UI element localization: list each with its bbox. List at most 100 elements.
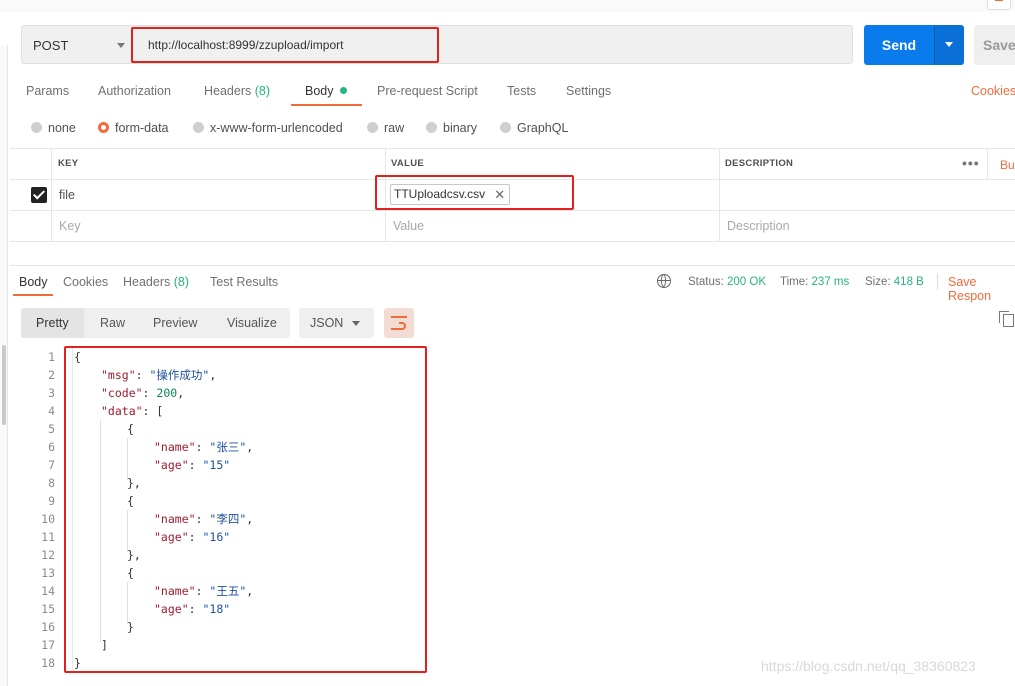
status-label: Status: — [688, 276, 724, 288]
format-visualize[interactable]: Visualize — [227, 316, 277, 330]
line-number: 13 — [41, 566, 55, 580]
save-button[interactable]: Save — [974, 25, 1015, 65]
wrap-line — [391, 316, 407, 318]
format-pretty[interactable]: Pretty — [36, 316, 69, 330]
tab-settings[interactable]: Settings — [566, 84, 611, 98]
bulk-edit-link[interactable]: Bu — [1000, 158, 1015, 172]
radio-dot-icon — [367, 122, 378, 133]
line-number: 15 — [41, 602, 55, 616]
line-number: 12 — [41, 548, 55, 562]
table-border — [10, 210, 1015, 211]
tab-headers-count: (8) — [254, 84, 271, 98]
globe-icon[interactable] — [657, 274, 671, 288]
radio-urlencoded[interactable]: x-www-form-urlencoded — [193, 121, 343, 135]
line-number: 18 — [41, 656, 55, 670]
line-number: 16 — [41, 620, 55, 634]
format-preview[interactable]: Preview — [153, 316, 197, 330]
radio-raw[interactable]: raw — [367, 121, 404, 135]
radio-graphql[interactable]: GraphQL — [500, 121, 568, 135]
time-label: Time: — [780, 276, 809, 288]
key-placeholder[interactable]: Key — [59, 219, 81, 233]
checkbox-checked-icon[interactable] — [31, 187, 47, 203]
tab-tests[interactable]: Tests — [507, 84, 536, 98]
sidebar-edge — [0, 45, 8, 686]
line-number: 3 — [48, 386, 55, 400]
radio-dot-icon — [426, 122, 437, 133]
status-readout: Status: 200 OK — [688, 276, 766, 288]
line-number: 7 — [48, 458, 55, 472]
copy-icon[interactable] — [999, 311, 1014, 327]
value-placeholder[interactable]: Value — [393, 219, 424, 233]
response-highlight-box — [64, 346, 427, 673]
column-header-value: VALUE — [391, 158, 424, 169]
response-tab-cookies[interactable]: Cookies — [63, 275, 108, 289]
tab-headers[interactable]: Headers (8) — [204, 84, 270, 98]
send-button[interactable]: Send — [864, 25, 934, 65]
tab-authorization[interactable]: Authorization — [98, 84, 171, 98]
line-number: 10 — [41, 512, 55, 526]
method-label: POST — [33, 38, 69, 53]
size-value: 418 B — [893, 276, 924, 288]
line-number: 4 — [48, 404, 55, 418]
size-readout: Size: 418 B — [865, 276, 924, 288]
method-select[interactable]: POST — [21, 25, 131, 64]
wrap-hook — [399, 322, 406, 330]
radio-none[interactable]: none — [31, 121, 76, 135]
response-tab-headers-count: (8) — [173, 275, 190, 289]
active-dot-icon — [339, 87, 347, 94]
response-tab-body[interactable]: Body — [19, 275, 48, 289]
line-number: 2 — [48, 368, 55, 382]
language-select[interactable]: JSON — [299, 308, 374, 338]
top-corner-icon[interactable] — [987, 0, 1011, 10]
column-header-description: DESCRIPTION — [725, 158, 794, 169]
radio-form-data[interactable]: form-data — [98, 121, 169, 135]
wrap-line — [391, 328, 399, 330]
save-response-button[interactable]: Save Respon — [948, 275, 1015, 303]
line-number: 6 — [48, 440, 55, 454]
top-strip — [0, 0, 1015, 12]
radio-urlencoded-label: x-www-form-urlencoded — [210, 121, 343, 135]
table-col-divider — [987, 148, 988, 179]
file-highlight-box — [375, 175, 574, 210]
url-highlight-box — [131, 27, 439, 63]
line-number: 1 — [48, 350, 55, 364]
caret-down-icon — [352, 321, 360, 326]
time-value: 237 ms — [811, 276, 850, 288]
table-col-divider — [719, 148, 720, 241]
line-number: 17 — [41, 638, 55, 652]
line-number: 8 — [48, 476, 55, 490]
response-tab-headers[interactable]: Headers (8) — [123, 275, 189, 289]
radio-graphql-label: GraphQL — [517, 121, 569, 135]
radio-binary[interactable]: binary — [426, 121, 477, 135]
description-placeholder[interactable]: Description — [727, 219, 790, 233]
radio-raw-label: raw — [384, 121, 405, 135]
status-value: 200 OK — [727, 276, 767, 288]
radio-dot-icon — [193, 122, 204, 133]
table-border-top — [10, 148, 1015, 149]
radio-dot-icon — [31, 122, 42, 133]
separator — [937, 273, 938, 290]
time-readout: Time: 237 ms — [780, 276, 849, 288]
cookies-link[interactable]: Cookies — [971, 84, 1015, 98]
format-raw[interactable]: Raw — [100, 316, 125, 330]
more-dots-icon[interactable]: ••• — [962, 155, 980, 171]
tab-headers-label: Headers — [204, 84, 252, 98]
language-label: JSON — [310, 316, 344, 330]
tab-params[interactable]: Params — [26, 84, 69, 98]
caret-down-icon — [945, 42, 953, 47]
table-border-bottom — [10, 241, 1015, 242]
tab-body[interactable]: Body — [305, 84, 347, 98]
line-number: 5 — [48, 422, 55, 436]
tab-prerequest-script[interactable]: Pre-request Script — [377, 84, 478, 98]
radio-dot-icon — [500, 122, 511, 133]
radio-none-label: none — [48, 121, 76, 135]
param-key-cell[interactable]: file — [59, 188, 75, 202]
send-options-button[interactable] — [934, 25, 964, 65]
response-tab-test-results[interactable]: Test Results — [210, 275, 278, 289]
radio-binary-label: binary — [443, 121, 478, 135]
scrollbar-thumb[interactable] — [2, 345, 6, 425]
line-number: 11 — [41, 530, 55, 544]
active-tab-underline — [291, 104, 362, 106]
column-header-key: KEY — [58, 158, 79, 169]
wrap-lines-icon[interactable] — [384, 308, 414, 338]
